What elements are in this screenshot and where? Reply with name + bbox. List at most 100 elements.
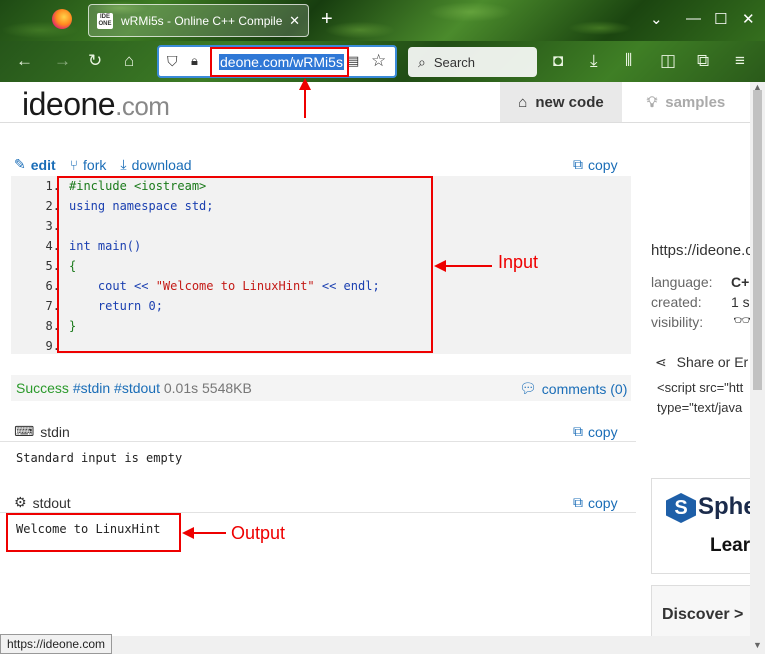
minimize-icon[interactable]: — <box>686 10 701 27</box>
download-icon: ⤓ <box>120 156 127 172</box>
browser-navbar: ← → ↻ ⌂ ⛉ 🔒︎ deone.com/wRMi5s ▤ ☆ ⌕ Sear… <box>0 41 765 82</box>
tab-close-icon[interactable]: ✕ <box>289 13 300 29</box>
forward-icon[interactable]: → <box>54 52 71 70</box>
pocket-icon[interactable]: ◘ <box>553 52 563 70</box>
comments-label: comments (0) <box>541 380 628 397</box>
line-number: 9. <box>45 339 60 353</box>
stdin-content: Standard input is empty <box>16 451 183 465</box>
stdin-divider <box>0 441 636 442</box>
sidebar-toggle-icon[interactable]: ◫ <box>660 52 676 70</box>
status-tags[interactable]: #stdin #stdout <box>73 380 160 396</box>
visibility-label: visibility: <box>651 314 704 330</box>
sphere-ad[interactable]: S Spher Lear <box>651 478 750 574</box>
sphere-logo-icon: S <box>666 493 696 523</box>
status-success: Success <box>16 380 69 396</box>
scroll-thumb[interactable] <box>753 90 762 390</box>
downloads-icon[interactable]: ⤓ <box>590 52 598 70</box>
share-label: Share or Er <box>676 354 749 370</box>
glasses-icon: 👓︎ <box>733 312 750 328</box>
home-icon[interactable]: ⌂ <box>124 52 134 70</box>
close-window-icon[interactable]: ✕ <box>742 10 755 28</box>
reload-icon[interactable]: ↻ <box>88 52 102 70</box>
line-numbers: 1. 2. 3. 4. 5. 6. 7. 8. 9. <box>11 176 63 354</box>
embed-line-2[interactable]: type="text/java <box>657 400 742 415</box>
menu-icon[interactable]: ≡ <box>735 52 745 70</box>
home-icon: ⌂ <box>518 93 528 111</box>
sidebar-url[interactable]: https://ideone.c <box>651 242 750 259</box>
nav-samples[interactable]: 💡︎ samples <box>622 82 750 122</box>
line-number: 6. <box>45 279 60 293</box>
vertical-scrollbar[interactable]: ▲ ▼ <box>750 82 765 654</box>
discover-panel[interactable]: Discover > <box>651 585 750 636</box>
search-placeholder: Search <box>433 54 476 70</box>
logo-suffix: .com <box>115 91 170 121</box>
output-annotation: Output <box>231 523 286 543</box>
input-arrow-head <box>434 260 446 272</box>
lightbulb-icon: 💡︎ <box>646 93 658 111</box>
browser-titlebar: IDE ONE wRMi5s - Online C++ Compiler ✕ +… <box>0 0 765 41</box>
output-arrow-head <box>182 527 194 539</box>
comments-link[interactable]: 💬︎ comments (0) <box>519 380 627 397</box>
input-highlight-box <box>57 176 433 353</box>
copy-stdin-button[interactable]: ⧉ copy <box>573 423 618 440</box>
chevron-down-icon[interactable]: ⌄ <box>650 10 663 28</box>
ad-title: Spher <box>698 493 750 520</box>
tab-title: wRMi5s - Online C++ Compiler <box>121 13 284 28</box>
discover-label: Discover > <box>662 606 744 623</box>
lock-icon[interactable]: 🔒︎ <box>191 53 198 69</box>
search-input[interactable]: ⌕ Search <box>408 47 537 77</box>
back-icon[interactable]: ← <box>16 52 33 70</box>
inbox-icon: ⌨︎ <box>14 423 35 439</box>
browser-tab[interactable]: IDE ONE wRMi5s - Online C++ Compiler ✕ <box>88 4 309 37</box>
copy-label: copy <box>588 494 618 511</box>
fork-icon: ⑂ <box>69 156 79 173</box>
copy-label: copy <box>588 423 618 440</box>
firefox-icon[interactable] <box>52 9 72 29</box>
stdout-header: ⚙ stdout <box>14 494 71 511</box>
fork-button[interactable]: ⑂ fork <box>70 156 107 173</box>
line-number: 7. <box>45 299 60 313</box>
edit-label: edit <box>30 156 56 173</box>
link-status-bar: https://ideone.com <box>0 634 113 654</box>
nav-new-code[interactable]: ⌂ new code <box>500 82 622 122</box>
comment-icon: 💬︎ <box>519 380 537 396</box>
line-number: 1. <box>45 179 60 193</box>
edit-button[interactable]: ✎ edit <box>14 156 56 173</box>
scroll-down-icon[interactable]: ▼ <box>753 640 762 650</box>
download-button[interactable]: ⤓ download <box>120 156 191 173</box>
line-number: 5. <box>45 259 60 273</box>
stdout-label: stdout <box>32 494 71 511</box>
output-arrow-shaft <box>190 532 226 534</box>
maximize-icon[interactable]: ☐ <box>714 10 727 28</box>
copy-label: copy <box>588 156 618 173</box>
gears-icon: ⚙ <box>14 494 27 510</box>
url-highlight-box <box>210 47 349 77</box>
output-highlight-box <box>6 513 181 552</box>
line-number: 3. <box>45 219 60 233</box>
line-number: 4. <box>45 239 60 253</box>
language-value: C+ <box>731 274 750 290</box>
copy-stdout-button[interactable]: ⧉ copy <box>573 494 618 511</box>
created-label: created: <box>651 294 702 310</box>
new-tab-icon[interactable]: + <box>321 9 333 29</box>
horizontal-scrollbar[interactable] <box>0 636 750 654</box>
copy-code-button[interactable]: ⧉ copy <box>573 156 618 173</box>
embed-line-1[interactable]: <script src="htt <box>657 380 743 395</box>
fork-label: fork <box>83 156 107 173</box>
bookmark-star-icon[interactable]: ☆ <box>371 51 386 71</box>
status-meta: 0.01s 5548KB <box>163 380 252 396</box>
url-arrow-shaft <box>304 88 306 118</box>
created-value: 1 s <box>731 294 750 310</box>
page-content: ideone.com ⌂ new code 💡︎ samples ✎ edit … <box>0 82 750 636</box>
library-icon[interactable]: ⫴ <box>625 52 632 70</box>
extensions-icon[interactable]: ⧉ <box>697 52 709 70</box>
site-logo[interactable]: ideone.com <box>22 86 170 123</box>
share-header: ⋖ Share or Er <box>655 354 748 371</box>
edit-icon: ✎ <box>14 156 26 172</box>
header-divider <box>0 122 750 123</box>
ideone-favicon-icon: IDE ONE <box>97 12 113 29</box>
input-annotation: Input <box>498 252 539 272</box>
shield-icon[interactable]: ⛉ <box>167 53 178 70</box>
logo-main: ideone <box>22 86 116 122</box>
language-label: language: <box>651 274 713 290</box>
